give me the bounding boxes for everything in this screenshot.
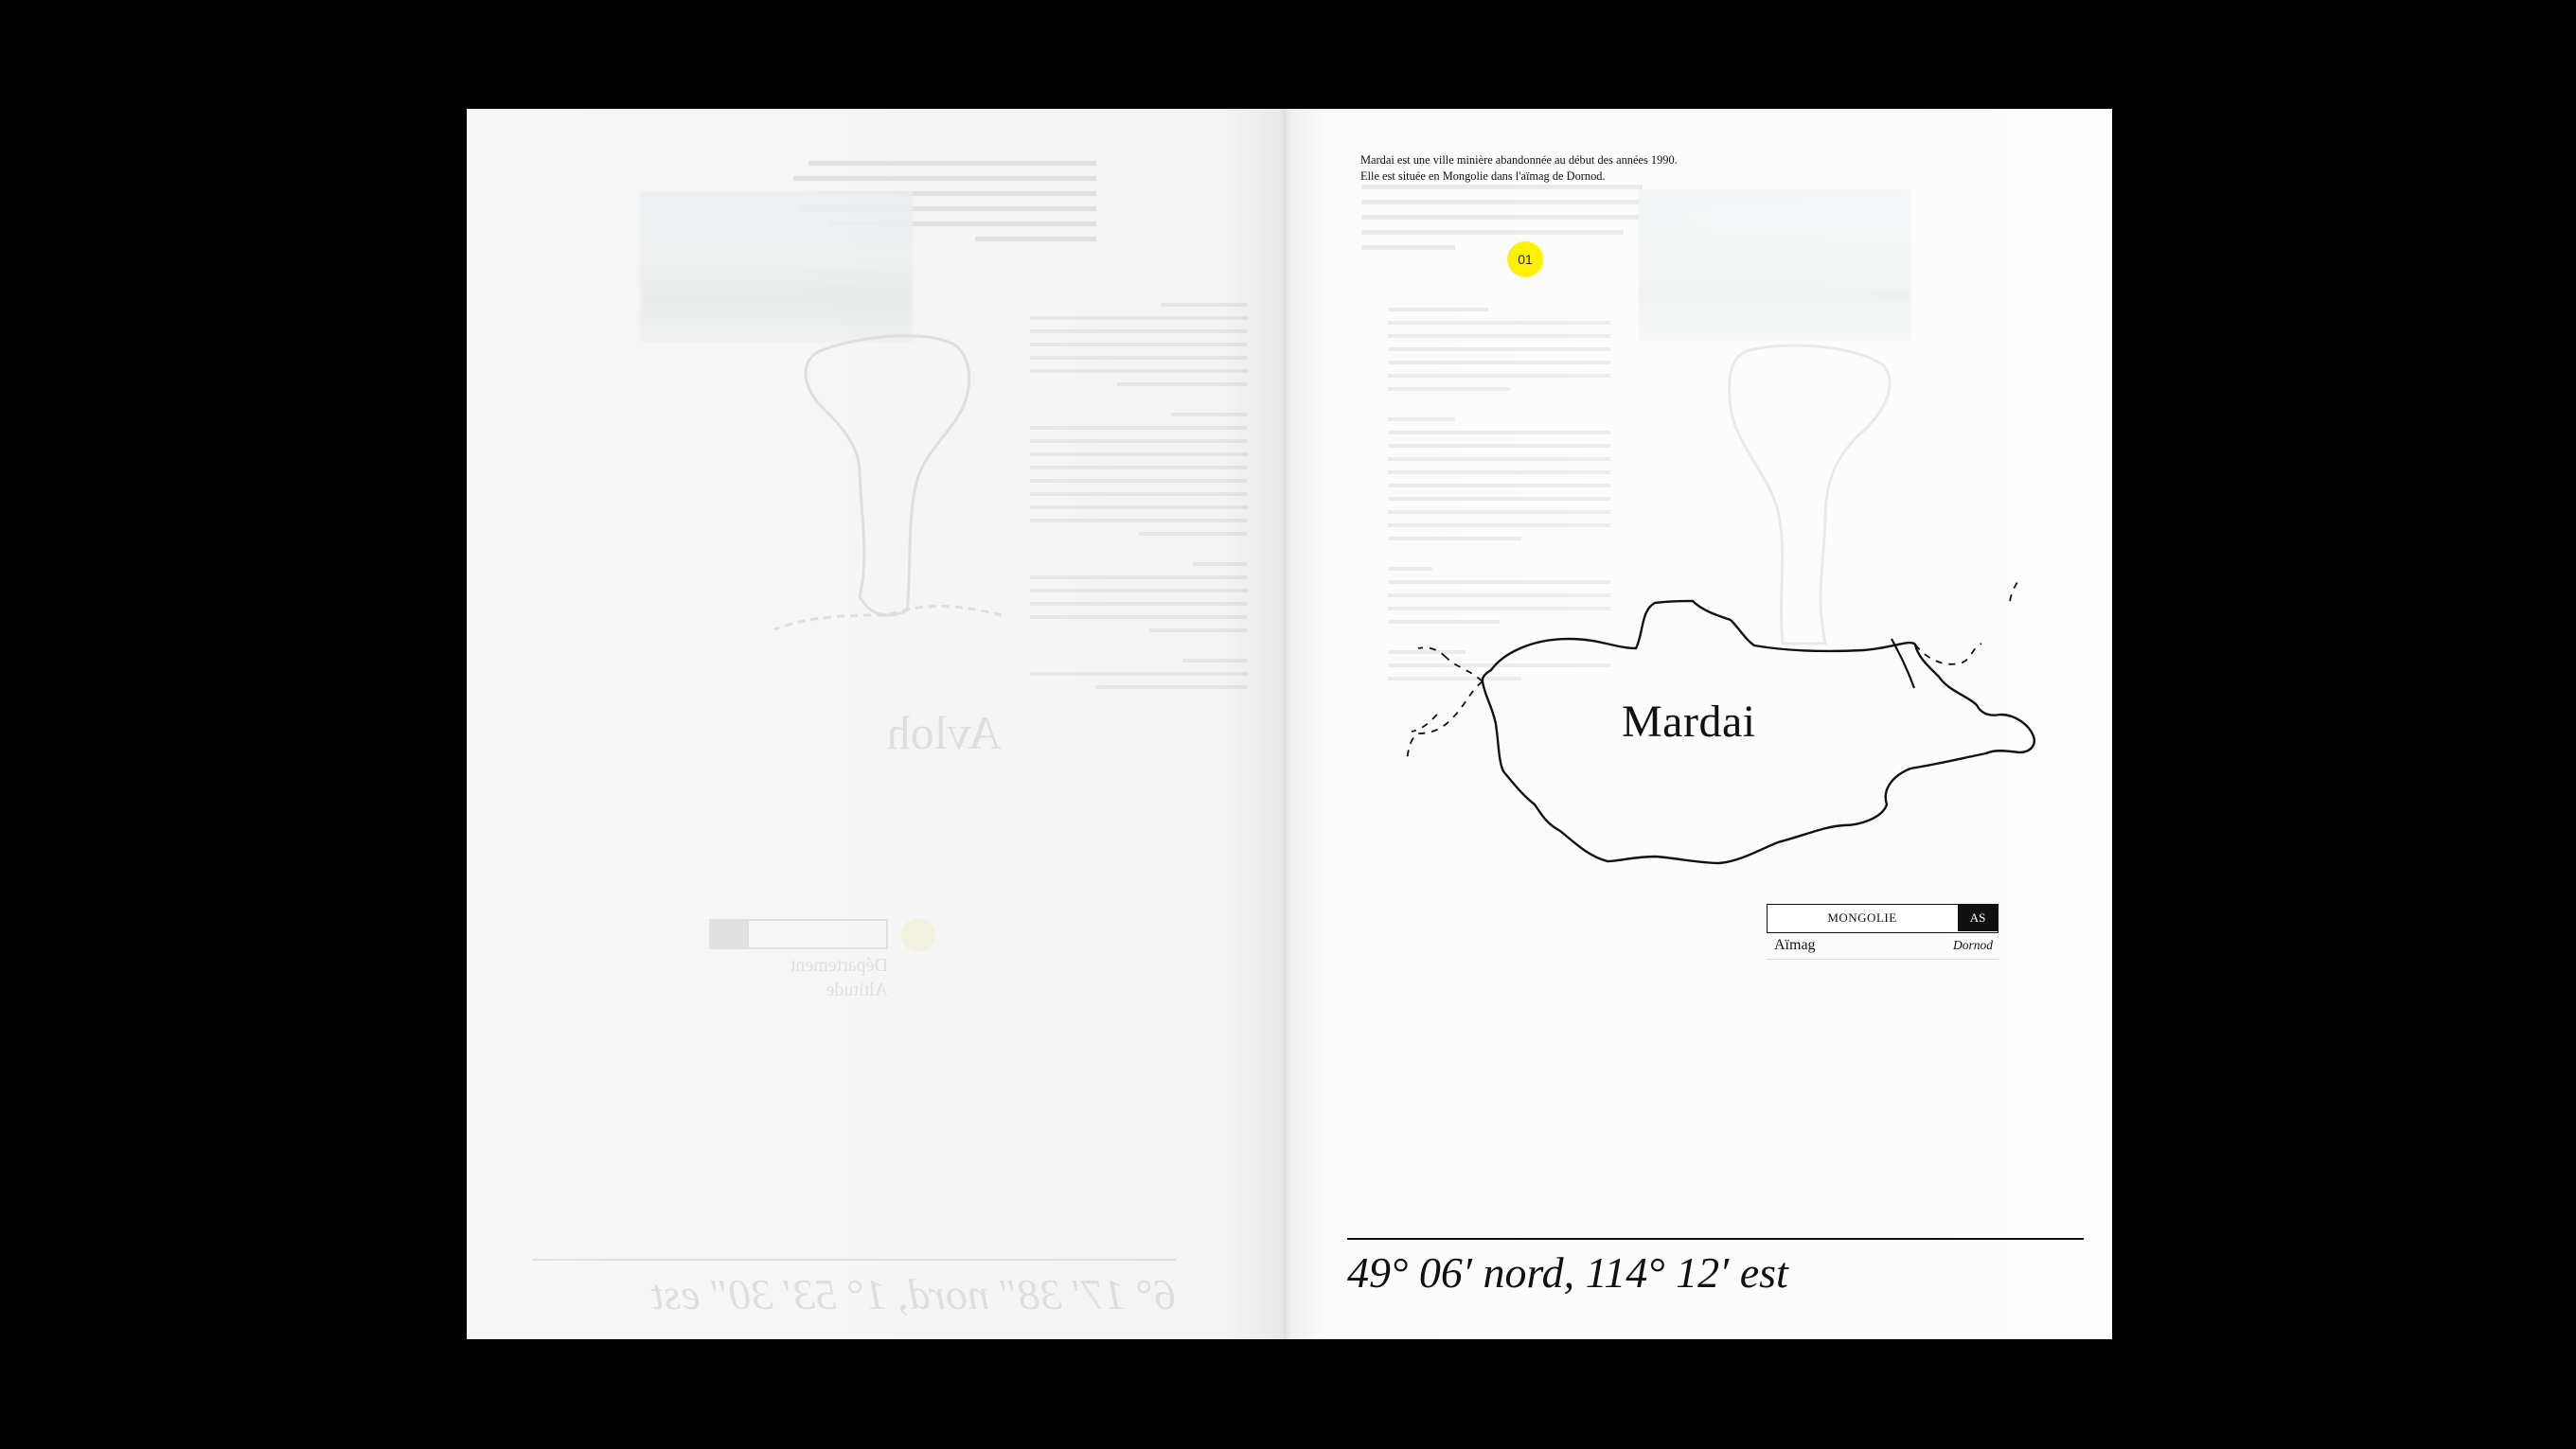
left-page: Avloh Département Altitude 6° 17′ 38″ no… [467, 109, 1286, 1339]
ghost-region-outline [773, 334, 1002, 631]
coordinates-rule [1347, 1238, 2084, 1240]
location-marker: 01 [1507, 241, 1543, 277]
country-code: AS [1958, 905, 1998, 931]
admin-label: Aïmag [1774, 937, 1816, 953]
ghost-body-lines [1030, 303, 1248, 698]
country-box: MONGOLIE AS [1767, 904, 1999, 933]
ghost-rule [532, 1259, 1176, 1261]
show-through-layer: Avloh Département Altitude 6° 17′ 38″ no… [467, 109, 1286, 1339]
admin-row: Aïmag Dornod [1767, 934, 1999, 960]
ghost-title: Avloh [886, 706, 1002, 759]
country-name: MONGOLIE [1827, 910, 1897, 925]
spine-fold [1279, 109, 1292, 1339]
coordinates: 49° 06′ nord, 114° 12′ est [1347, 1248, 1788, 1297]
intro-text: Mardai est une ville minière abandonnée … [1360, 153, 1678, 183]
map-label: Mardai [1622, 697, 1756, 747]
ghost-coordinates: 6° 17′ 38″ nord, 1° 53′ 30″ est [651, 1270, 1176, 1318]
magazine-spread: Avloh Département Altitude 6° 17′ 38″ no… [467, 109, 2112, 1339]
ghost-photo [640, 191, 913, 343]
ghost-altitude-label: Altitude [826, 980, 888, 1000]
admin-value: Dornod [1952, 938, 1993, 952]
ghost-marker [901, 918, 935, 952]
ghost-admin-label: Département [790, 955, 888, 976]
ghost-labels: Département Altitude [791, 953, 888, 1002]
ghost-country-box [709, 919, 888, 949]
right-page: Mardai est une ville minière abandonnée … [1286, 109, 2112, 1339]
